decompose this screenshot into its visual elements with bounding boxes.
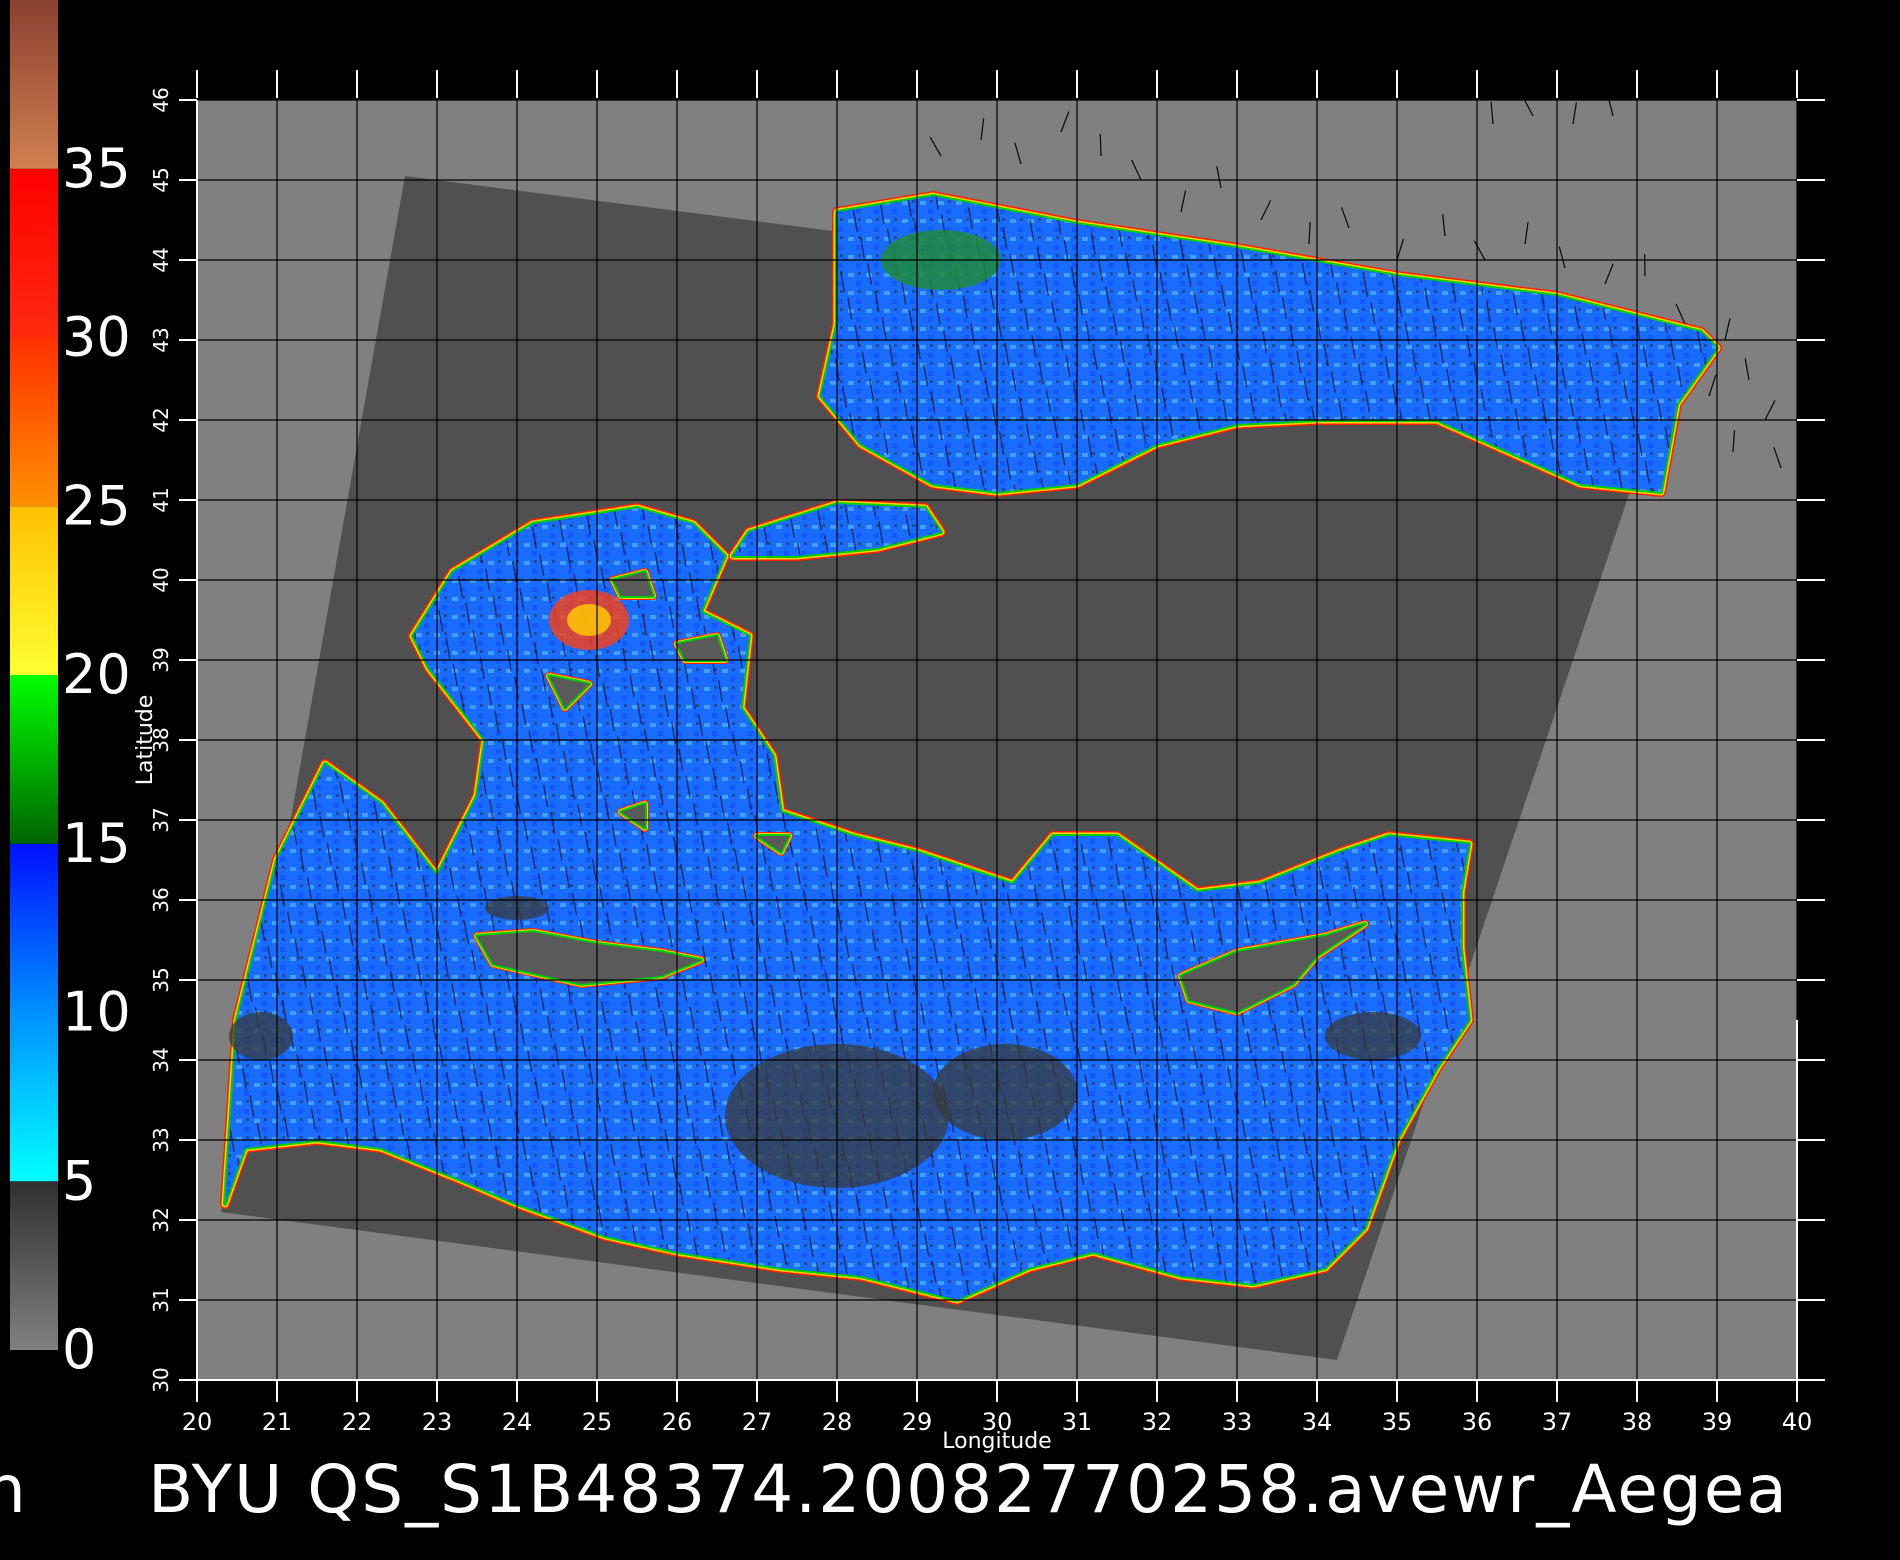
colorbar-label: 15 [62, 812, 131, 875]
colorbar-segment [10, 1012, 58, 1182]
wind-vector [1099, 133, 1102, 157]
colorbar-label: 10 [62, 981, 131, 1044]
longitude-tick-label: 36 [1462, 1408, 1493, 1436]
longitude-tick-label: 26 [662, 1408, 693, 1436]
y-axis-title: Latitude [133, 695, 158, 786]
colorbar-label: 25 [62, 474, 131, 537]
colorbar-segment [10, 1181, 58, 1350]
longitude-tick-label: 20 [182, 1408, 213, 1436]
colorbar [10, 0, 58, 1350]
figure-title: BYU QS_S1B48374.20082770258.avewr_Aegea [148, 1451, 1789, 1528]
colorbar-segment [10, 506, 58, 675]
latitude-tick-label: 35 [149, 967, 173, 992]
longitude-tick-label: 28 [822, 1408, 853, 1436]
title-left-fragment: n [0, 1451, 28, 1528]
colorbar-label: 5 [62, 1149, 96, 1212]
latitude-tick-label: 41 [149, 487, 173, 512]
colorbar-segment [10, 0, 58, 169]
longitude-tick-label: 25 [582, 1408, 613, 1436]
colorbar-segment [10, 168, 58, 338]
latitude-tick-label: 36 [149, 887, 173, 912]
high-wind-patch [567, 604, 611, 636]
lat-lon-grid [196, 99, 1798, 1381]
latitude-tick-label: 31 [149, 1287, 173, 1312]
longitude-tick-label: 33 [1222, 1408, 1253, 1436]
colorbar-label: 35 [62, 137, 131, 200]
map-figure: 0 5 10 15 20 25 30 35 20 21 22 23 24 25 26 27 28 29 30 31 3… [0, 0, 1825, 1528]
latitude-tick-label: 42 [149, 407, 173, 432]
longitude-tick-label: 22 [342, 1408, 373, 1436]
longitude-tick-label: 40 [1782, 1408, 1813, 1436]
latitude-tick-label: 34 [149, 1047, 173, 1072]
latitude-tick-label: 40 [149, 567, 173, 592]
longitude-tick-label: 32 [1142, 1408, 1173, 1436]
longitude-tick-label: 21 [262, 1408, 293, 1436]
longitude-tick-label: 37 [1542, 1408, 1573, 1436]
low-wind-patch [1325, 1012, 1421, 1060]
longitude-tick-label: 27 [742, 1408, 773, 1436]
longitude-tick-label: 31 [1062, 1408, 1093, 1436]
latitude-tick-label: 39 [149, 647, 173, 672]
latitude-tick-label: 44 [149, 247, 173, 272]
longitude-tick-label: 34 [1302, 1408, 1333, 1436]
latitude-tick-label: 30 [149, 1367, 173, 1392]
longitude-tick-label: 38 [1622, 1408, 1653, 1436]
colorbar-labels: 0 5 10 15 20 25 30 35 [62, 137, 131, 1381]
latitude-tick-label: 32 [149, 1207, 173, 1232]
low-wind-patch [933, 1044, 1077, 1140]
colorbar-label: 30 [62, 306, 131, 369]
low-wind-patch [229, 1012, 293, 1060]
latitude-tick-label: 45 [149, 167, 173, 192]
longitude-tick-label: 24 [502, 1408, 533, 1436]
longitude-tick-label: 29 [902, 1408, 933, 1436]
latitude-tick-label: 43 [149, 327, 173, 352]
latitude-tick-label: 33 [149, 1127, 173, 1152]
colorbar-label: 20 [62, 643, 131, 706]
longitude-tick-label: 23 [422, 1408, 453, 1436]
colorbar-segment [10, 337, 58, 507]
latitude-tick-label: 37 [149, 807, 173, 832]
longitude-tick-label: 35 [1382, 1408, 1413, 1436]
colorbar-segment [10, 675, 58, 844]
latitude-tick-label: 46 [149, 87, 173, 112]
longitude-tick-label: 39 [1702, 1408, 1733, 1436]
colorbar-label: 0 [62, 1318, 96, 1381]
colorbar-segment [10, 843, 58, 1013]
